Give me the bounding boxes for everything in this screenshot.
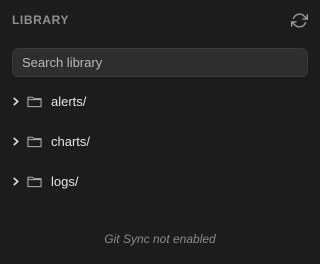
folder-row-charts[interactable]: charts/ — [0, 121, 320, 161]
folder-icon — [27, 174, 43, 188]
folder-icon — [27, 94, 43, 108]
search-box[interactable] — [12, 48, 308, 77]
chevron-right-icon[interactable] — [11, 96, 21, 106]
library-header: LIBRARY — [12, 11, 308, 29]
library-title: LIBRARY — [12, 13, 70, 27]
git-sync-status: Git Sync not enabled — [104, 232, 216, 246]
folder-tree: alerts/ charts/ logs/ — [0, 81, 320, 201]
folder-row-logs[interactable]: logs/ — [0, 161, 320, 201]
folder-icon — [27, 134, 43, 148]
chevron-right-icon[interactable] — [11, 176, 21, 186]
refresh-button[interactable] — [290, 11, 308, 29]
folder-label: logs/ — [51, 173, 79, 189]
chevron-right-icon[interactable] — [11, 136, 21, 146]
folder-label: charts/ — [51, 133, 91, 149]
refresh-icon — [290, 12, 308, 28]
folder-label: alerts/ — [51, 93, 87, 109]
folder-row-alerts[interactable]: alerts/ — [0, 81, 320, 121]
search-input[interactable] — [22, 55, 298, 70]
library-panel: LIBRARY alerts/ — [0, 0, 320, 264]
